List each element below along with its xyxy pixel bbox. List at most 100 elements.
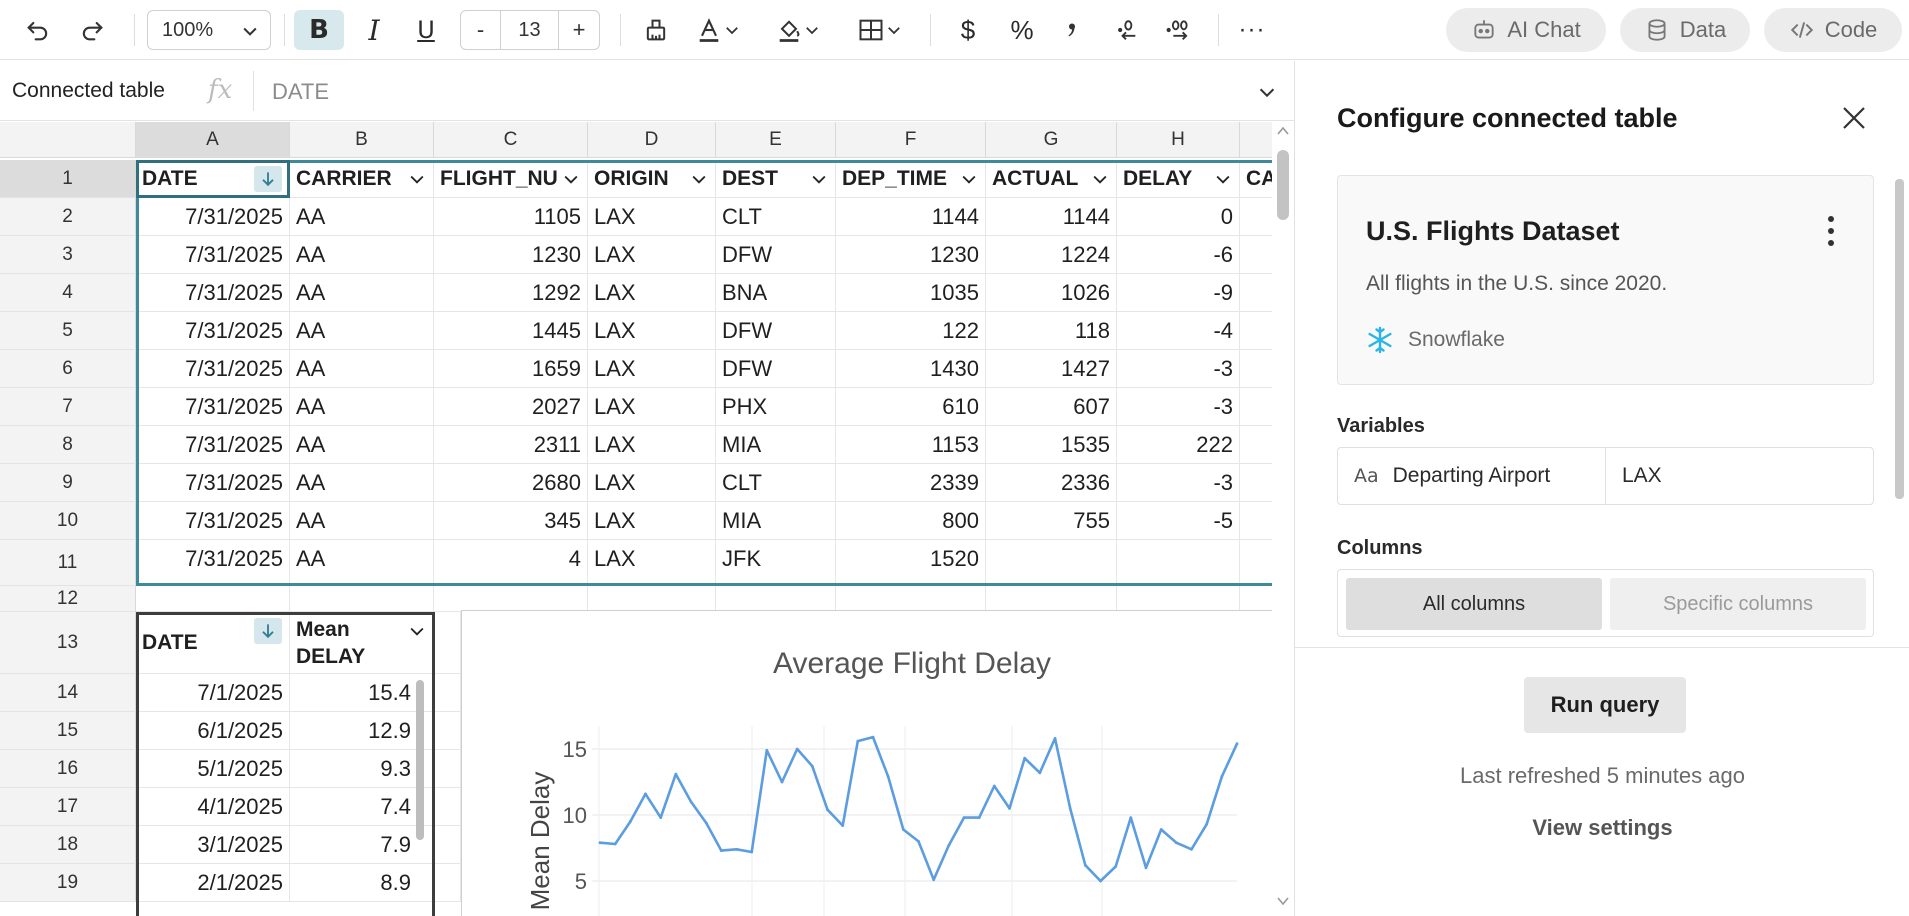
table-cell[interactable]: AA bbox=[290, 540, 434, 586]
table-cell[interactable]: -4 bbox=[1117, 312, 1240, 350]
chart-data-point[interactable] bbox=[1220, 775, 1224, 779]
chart-data-point[interactable] bbox=[977, 816, 981, 819]
chart-data-point[interactable] bbox=[1114, 865, 1118, 868]
chart-data-point[interactable] bbox=[674, 772, 678, 776]
chart-data-point[interactable] bbox=[841, 824, 845, 827]
view-settings-link[interactable]: View settings bbox=[1295, 815, 1909, 841]
chart-data-point[interactable] bbox=[598, 841, 602, 845]
chart-data-point[interactable] bbox=[704, 821, 708, 825]
table-cell[interactable]: LAX bbox=[588, 236, 716, 274]
bold-button[interactable]: B bbox=[294, 10, 344, 50]
table-cell[interactable]: 1292 bbox=[434, 274, 588, 312]
table-cell[interactable]: 345 bbox=[434, 502, 588, 540]
chevron-down-icon[interactable] bbox=[959, 169, 979, 189]
line-chart[interactable]: Average Flight Delay Mean Delay 5 10 15 bbox=[461, 610, 1291, 916]
table-cell[interactable]: LAX bbox=[588, 502, 716, 540]
table-cell[interactable]: -3 bbox=[1117, 388, 1240, 426]
column-header-e[interactable]: E bbox=[716, 122, 836, 158]
table-cell[interactable]: 1224 bbox=[986, 236, 1117, 274]
all-columns-button[interactable]: All columns bbox=[1346, 578, 1602, 630]
data-button[interactable]: Data bbox=[1620, 8, 1750, 52]
font-size-value[interactable]: 13 bbox=[501, 11, 559, 49]
table-cell[interactable]: -3 bbox=[1117, 350, 1240, 388]
font-size-decrease-button[interactable]: - bbox=[461, 11, 501, 49]
table-cell[interactable]: DFW bbox=[716, 312, 836, 350]
column-header-g[interactable]: G bbox=[986, 122, 1117, 158]
column-header-h[interactable]: H bbox=[1117, 122, 1240, 158]
table-cell[interactable]: 1144 bbox=[986, 198, 1117, 236]
chart-data-point[interactable] bbox=[1235, 742, 1239, 746]
chevron-down-icon[interactable] bbox=[561, 169, 581, 189]
currency-format-button[interactable]: $ bbox=[948, 10, 988, 50]
chart-data-point[interactable] bbox=[810, 764, 814, 768]
table-header-cell[interactable]: DELAY bbox=[1117, 160, 1240, 198]
table-cell[interactable] bbox=[986, 540, 1117, 586]
table-cell[interactable]: 2336 bbox=[986, 464, 1117, 502]
table-header-cell[interactable]: CARRIER bbox=[290, 160, 434, 198]
text-color-button[interactable] bbox=[688, 10, 748, 50]
row-header-16[interactable]: 16 bbox=[0, 750, 136, 788]
table-cell[interactable]: CLT bbox=[716, 198, 836, 236]
sort-button[interactable] bbox=[254, 166, 282, 192]
chart-data-point[interactable] bbox=[1068, 807, 1072, 810]
decrease-decimal-button[interactable] bbox=[1104, 10, 1148, 50]
table-cell[interactable]: 1230 bbox=[836, 236, 986, 274]
table-header-cell[interactable]: DEP_TIME bbox=[836, 160, 986, 198]
table-cell[interactable]: AA bbox=[290, 464, 434, 502]
chart-data-point[interactable] bbox=[1205, 822, 1209, 826]
fill-color-button[interactable] bbox=[768, 10, 828, 50]
chart-data-point[interactable] bbox=[826, 808, 829, 812]
table-cell[interactable]: 222 bbox=[1117, 426, 1240, 464]
panel-scrollbar[interactable] bbox=[1895, 179, 1904, 499]
increase-decimal-button[interactable] bbox=[1156, 10, 1200, 50]
table-cell[interactable]: JFK bbox=[716, 540, 836, 586]
chart-data-point[interactable] bbox=[947, 844, 951, 847]
table-cell[interactable]: 1659 bbox=[434, 350, 588, 388]
table-cell[interactable]: 7/31/2025 bbox=[136, 236, 290, 274]
row-header-12[interactable]: 12 bbox=[0, 586, 136, 612]
column-header-b[interactable]: B bbox=[290, 122, 434, 158]
chart-data-point[interactable] bbox=[1144, 866, 1148, 870]
table-cell[interactable]: 0 bbox=[1117, 198, 1240, 236]
row-header-7[interactable]: 7 bbox=[0, 388, 136, 426]
pivot-cell[interactable]: 12.9 bbox=[290, 712, 434, 750]
table-cell[interactable]: 755 bbox=[986, 502, 1117, 540]
column-header-c[interactable]: C bbox=[434, 122, 588, 158]
row-header-13[interactable]: 13 bbox=[0, 612, 136, 674]
table-cell[interactable]: 1535 bbox=[986, 426, 1117, 464]
grid-cell[interactable] bbox=[836, 586, 986, 612]
formula-input[interactable]: DATE bbox=[272, 79, 329, 105]
undo-button[interactable] bbox=[18, 10, 58, 50]
table-cell[interactable]: 1230 bbox=[434, 236, 588, 274]
chart-data-point[interactable] bbox=[962, 816, 966, 819]
pivot-cell[interactable]: 8.9 bbox=[290, 864, 434, 902]
table-cell[interactable]: AA bbox=[290, 388, 434, 426]
table-cell[interactable]: -9 bbox=[1117, 274, 1240, 312]
row-header-15[interactable]: 15 bbox=[0, 712, 136, 750]
row-header-3[interactable]: 3 bbox=[0, 236, 136, 274]
chart-data-point[interactable] bbox=[750, 850, 754, 854]
table-cell[interactable]: 118 bbox=[986, 312, 1117, 350]
chart-data-point[interactable] bbox=[1053, 737, 1057, 740]
chart-data-point[interactable] bbox=[917, 840, 920, 843]
table-cell[interactable]: -5 bbox=[1117, 502, 1240, 540]
row-header-4[interactable]: 4 bbox=[0, 274, 136, 312]
row-header-10[interactable]: 10 bbox=[0, 502, 136, 540]
chart-data-point[interactable] bbox=[795, 747, 799, 751]
pivot-cell[interactable]: 9.3 bbox=[290, 750, 434, 788]
table-cell[interactable]: 607 bbox=[986, 388, 1117, 426]
row-header-14[interactable]: 14 bbox=[0, 674, 136, 712]
chart-data-point[interactable] bbox=[1038, 771, 1042, 775]
table-cell[interactable]: 1520 bbox=[836, 540, 986, 586]
table-cell[interactable]: MIA bbox=[716, 426, 836, 464]
table-cell[interactable]: LAX bbox=[588, 540, 716, 586]
table-cell[interactable]: 7/31/2025 bbox=[136, 464, 290, 502]
chart-data-point[interactable] bbox=[780, 780, 784, 784]
grid-cell[interactable] bbox=[434, 864, 461, 902]
table-cell[interactable]: 1153 bbox=[836, 426, 986, 464]
chart-data-point[interactable] bbox=[1174, 841, 1178, 845]
table-cell[interactable]: LAX bbox=[588, 464, 716, 502]
chart-data-point[interactable] bbox=[1190, 847, 1193, 851]
chart-data-point[interactable] bbox=[735, 847, 738, 851]
chart-data-point[interactable] bbox=[644, 792, 647, 796]
